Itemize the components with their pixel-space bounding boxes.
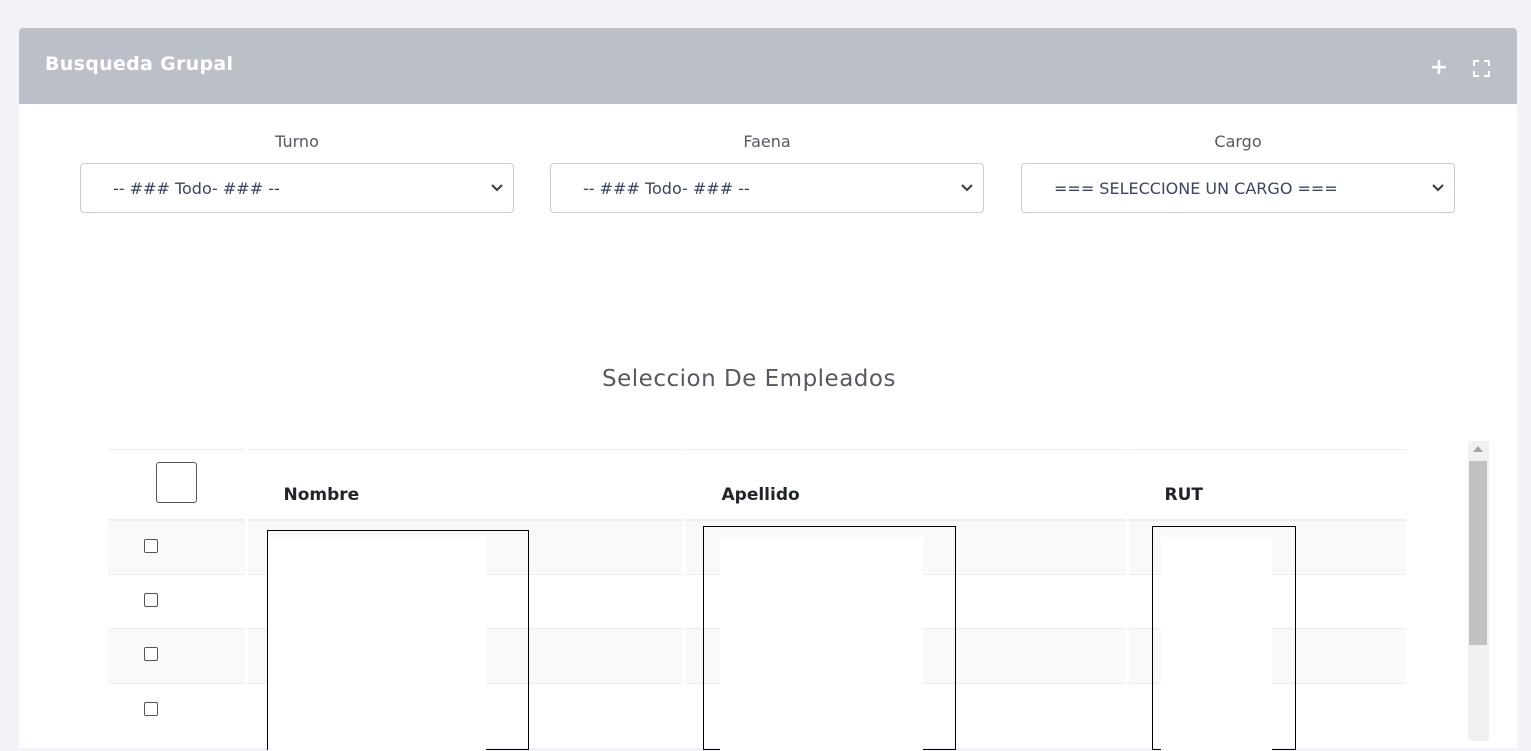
column-header-nombre[interactable]: Nombre (244, 449, 684, 521)
chevron-down-icon (1432, 184, 1444, 192)
table-header-row: Nombre Apellido RUT (108, 449, 1406, 521)
plus-icon: + (1429, 55, 1449, 80)
turno-label: Turno (275, 132, 319, 151)
cargo-label: Cargo (1214, 132, 1262, 151)
turno-filter: Turno -- ### Todo- ### -- (80, 131, 514, 213)
cargo-filter: Cargo === SELECCIONE UN CARGO === (1021, 131, 1455, 213)
header-tools: + (1429, 55, 1491, 80)
card-header: Busqueda Grupal + (19, 28, 1517, 104)
cargo-select-value: === SELECCIONE UN CARGO === (1054, 178, 1338, 198)
card-title: Busqueda Grupal (45, 53, 234, 75)
fullscreen-icon (1472, 59, 1490, 77)
row-select-cell (108, 628, 246, 683)
expand-button[interactable]: + (1429, 55, 1449, 80)
scroll-up-arrow-icon[interactable] (1473, 446, 1483, 452)
redacted-rut-block (1152, 526, 1296, 751)
scroll-thumb[interactable] (1469, 461, 1487, 645)
turno-select-value: -- ### Todo- ### -- (113, 178, 280, 198)
table-scrollbar[interactable] (1468, 441, 1489, 741)
row-select-cell (108, 573, 246, 629)
row-select-cell (108, 519, 246, 574)
redacted-nombre-block (267, 530, 529, 751)
faena-label: Faena (743, 132, 791, 151)
select-all-cell (108, 449, 246, 521)
chevron-down-icon (491, 184, 503, 192)
faena-filter: Faena -- ### Todo- ### -- (550, 131, 984, 213)
row-checkbox[interactable] (144, 647, 158, 662)
row-checkbox[interactable] (144, 538, 158, 553)
row-select-cell (108, 682, 246, 738)
redacted-apellido-block (703, 526, 956, 751)
select-all-checkbox[interactable] (155, 462, 197, 504)
row-checkbox[interactable] (144, 702, 158, 716)
faena-select[interactable]: -- ### Todo- ### -- (550, 163, 984, 213)
chevron-down-icon (961, 184, 973, 192)
fullscreen-button[interactable] (1471, 58, 1491, 78)
column-header-apellido[interactable]: Apellido (682, 449, 1127, 521)
column-header-rut[interactable]: RUT (1125, 449, 1406, 521)
cargo-select[interactable]: === SELECCIONE UN CARGO === (1021, 163, 1455, 213)
turno-select[interactable]: -- ### Todo- ### -- (80, 163, 514, 213)
row-checkbox[interactable] (144, 592, 158, 607)
section-title: Seleccion De Empleados (602, 366, 896, 392)
faena-select-value: -- ### Todo- ### -- (583, 178, 750, 198)
